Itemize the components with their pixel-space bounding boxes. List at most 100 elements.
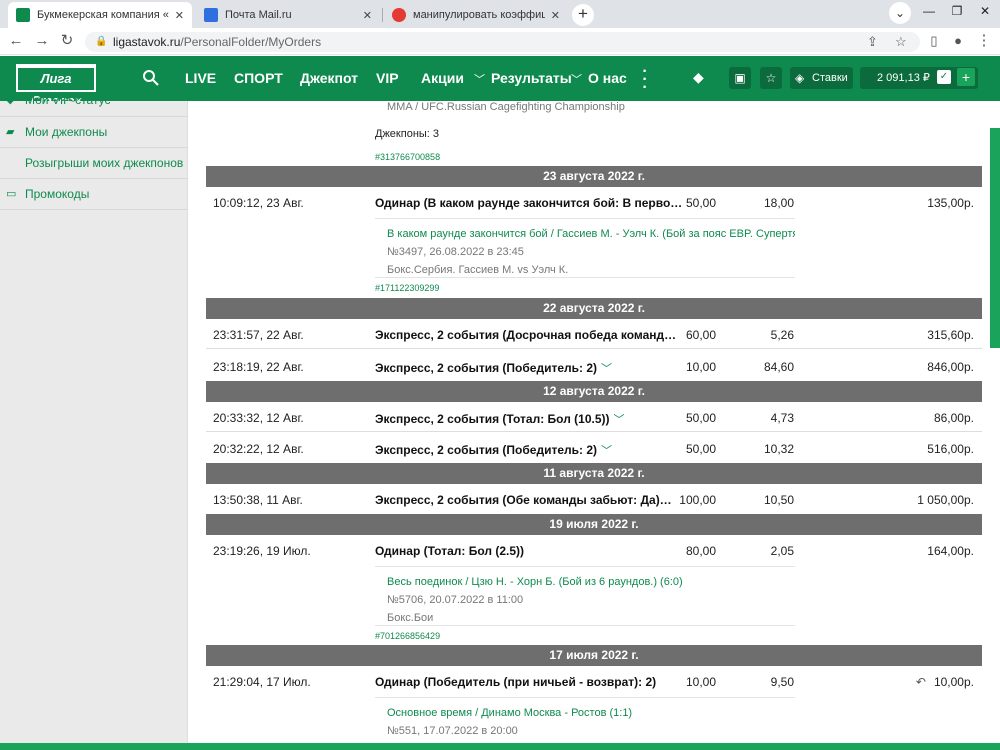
bet-row[interactable]: 13:50:38, 11 Авг. Экспресс, 2 события (О… (206, 484, 982, 514)
reload-icon[interactable]: ↻ (57, 31, 77, 51)
search-icon[interactable] (142, 69, 160, 87)
bet-stake: 60,00 (685, 328, 716, 342)
site-logo[interactable]: Лига Ставок (16, 64, 96, 108)
more-menu-icon[interactable]: · · · (642, 64, 648, 96)
bet-row[interactable]: 21:29:04, 17 Июл. Одинар (Победитель (пр… (206, 666, 982, 696)
sidebar-item-label: Мои джекпоны (25, 125, 108, 139)
bet-stake: 100,00 (679, 493, 716, 507)
back-icon[interactable]: ← (6, 31, 26, 51)
tab-search-icon[interactable]: ⌄ (889, 2, 911, 24)
tab-ligastavok[interactable]: Букмекерская компания «Лига ✕ (8, 2, 192, 28)
minimize-icon[interactable]: — (914, 0, 944, 24)
bet-stake: 50,00 (685, 442, 716, 456)
detail-number: №3497, 26.08.2022 в 23:45 (387, 246, 524, 258)
bet-win: 164,00р. (927, 544, 974, 558)
lock-icon: 🔒 (95, 36, 108, 47)
detail-number: №5706, 20.07.2022 в 11:00 (387, 594, 524, 606)
nav-jackpot[interactable]: Джекпот (300, 70, 358, 86)
date-header: 11 августа 2022 г. (206, 463, 982, 484)
nav-results[interactable]: ﹀ Результаты (474, 70, 572, 87)
bet-win: 135,00р. (927, 196, 974, 210)
bet-id-link[interactable]: #171122309299 (375, 283, 439, 293)
bet-row[interactable]: 20:33:32, 12 Авг. Экспресс, 2 события (Т… (206, 402, 982, 432)
bet-win: 86,00р. (933, 411, 974, 425)
browser-menu-icon[interactable]: ⋮ (974, 31, 994, 51)
forward-icon[interactable]: → (32, 31, 52, 51)
new-tab-button[interactable]: + (572, 4, 594, 26)
bet-time: 20:32:22, 12 Авг. (213, 442, 304, 456)
date-header: 19 июля 2022 г. (206, 514, 982, 535)
bet-time: 20:33:32, 12 Авг. (213, 411, 304, 425)
sidebar-item-promocodes[interactable]: ▭ Промокоды (0, 179, 188, 210)
date-header: 12 августа 2022 г. (206, 381, 982, 402)
bet-win: 516,00р. (927, 442, 974, 456)
tab-separator (382, 8, 383, 22)
close-icon[interactable]: ✕ (175, 9, 184, 22)
address-field[interactable]: 🔒 ligastavok.ru/PersonalFolder/MyOrders … (85, 32, 920, 52)
bet-description: Экспресс, 2 события (Тотал: Бол (10.5)) ﹀ (375, 411, 625, 427)
nav-promos[interactable]: Акции (421, 70, 464, 86)
sidebar-item-jackpon-draws[interactable]: Розыгрыши моих джекпонов (0, 148, 188, 179)
bet-description: Экспресс, 2 события (Победитель: 2) ﹀ (375, 442, 612, 458)
bets-label: Ставки (812, 72, 848, 84)
profile-avatar-icon[interactable]: ● (948, 31, 968, 51)
bet-coefficient: 4,73 (770, 411, 794, 425)
bottom-bar (0, 743, 1000, 750)
tab-yandex[interactable]: манипулировать коэффициента ✕ (384, 2, 568, 28)
nav-live[interactable]: LIVE (185, 70, 216, 86)
bet-description-text: Экспресс, 2 события (Тотал: Бол (10.5)) (375, 412, 610, 426)
sidebar-item-label: Промокоды (25, 187, 90, 201)
chevron-down-icon[interactable]: ﹀ (614, 414, 625, 426)
close-icon[interactable]: ✕ (363, 9, 372, 22)
date-header: 23 августа 2022 г. (206, 166, 982, 187)
browser-tab-bar: Букмекерская компания «Лига ✕ Почта Mail… (0, 0, 1000, 28)
nav-results-label: Результаты (491, 70, 572, 86)
ligastavok-favicon-icon (16, 8, 30, 22)
bet-description: Экспресс, 2 события (Обе команды забьют:… (375, 493, 672, 507)
bet-row[interactable]: 23:19:26, 19 Июл. Одинар (Тотал: Бол (2.… (206, 535, 982, 565)
maximize-icon[interactable]: ❐ (942, 0, 972, 24)
bet-description: Одинар (Победитель (при ничьей - возврат… (375, 675, 657, 689)
bet-coefficient: 18,00 (763, 196, 794, 210)
detail-event: Весь поединок / Цзю Н. - Хорн Б. (Бой из… (387, 576, 683, 588)
chevron-down-icon: ﹀ (474, 74, 485, 86)
detail-event: Основное время / Динамо Москва - Ростов … (387, 707, 633, 719)
bet-time: 23:31:57, 22 Авг. (213, 328, 304, 342)
window-close-icon[interactable]: ✕ (970, 0, 1000, 24)
android-icon[interactable]: ◆ (693, 69, 704, 86)
bookmark-star-icon[interactable]: ☆ (895, 32, 907, 52)
checkmark-icon[interactable]: ✓ (937, 70, 951, 84)
bet-description-text: Экспресс, 2 события (Победитель: 2) (375, 361, 598, 375)
deposit-plus-button[interactable]: + (957, 68, 975, 86)
nav-about[interactable]: ﹀ О нас (571, 70, 627, 87)
share-icon[interactable]: ⇪ (867, 32, 878, 52)
bet-id-link[interactable]: #313766700858 (375, 152, 440, 162)
bet-row[interactable]: 23:18:19, 22 Авг. Экспресс, 2 события (П… (206, 351, 982, 381)
bet-history: MMA / UFC.Russian Cagefighting Champions… (206, 101, 982, 750)
diamond-icon: ◆ (6, 94, 15, 106)
bets-button[interactable]: ◈ Ставки (790, 67, 853, 89)
bet-id-link[interactable]: #701266856429 (375, 631, 440, 641)
account-sidebar: ◆ Мои VIP-статус ▰ Мои джекпоны Розыгрыш… (0, 93, 188, 750)
nav-vip[interactable]: VIP (376, 70, 399, 86)
bet-row[interactable]: 23:31:57, 22 Авг. Экспресс, 2 события (Д… (206, 319, 982, 349)
favorites-star-icon[interactable]: ☆ (760, 67, 782, 89)
page-scrollbar[interactable] (990, 128, 1000, 348)
bet-row[interactable]: 10:09:12, 23 Авг. Одинар (В каком раунде… (206, 187, 982, 217)
tab-mail[interactable]: Почта Mail.ru ✕ (196, 2, 380, 28)
sidebar-item-jackpons[interactable]: ▰ Мои джекпоны (0, 117, 188, 148)
profile-icon[interactable]: ▣ (729, 67, 751, 89)
close-icon[interactable]: ✕ (551, 9, 560, 22)
sidebar-item-vip-status[interactable]: ◆ Мои VIP-статус (0, 89, 188, 117)
nav-sport[interactable]: СПОРТ (234, 70, 283, 86)
bet-description: Одинар (Тотал: Бол (2.5)) (375, 544, 525, 558)
detail-number: №551, 17.07.2022 в 20:00 (387, 725, 518, 737)
sidebar-panel-icon[interactable]: ▯ (924, 31, 944, 51)
chevron-down-icon[interactable]: ﹀ (601, 363, 612, 375)
bet-coefficient: 10,32 (763, 442, 794, 456)
ticket-icon: ▰ (6, 126, 15, 138)
detail-event: В каком раунде закончится бой / Гассиев … (387, 228, 795, 240)
chevron-down-icon[interactable]: ﹀ (601, 445, 612, 457)
bet-row[interactable]: 20:32:22, 12 Авг. Экспресс, 2 события (П… (206, 433, 982, 463)
date-header: 22 августа 2022 г. (206, 298, 982, 319)
